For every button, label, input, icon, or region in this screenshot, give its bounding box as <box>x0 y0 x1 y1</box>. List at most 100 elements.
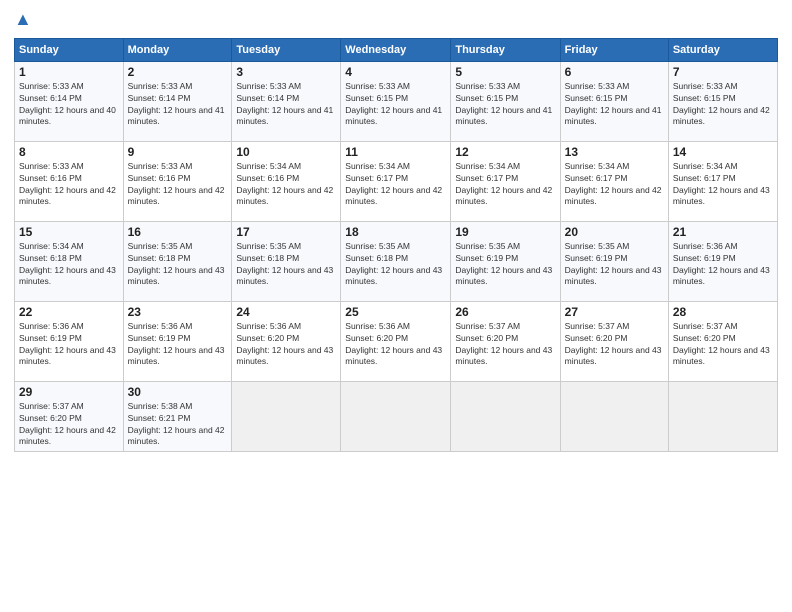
calendar-cell: 10 Sunrise: 5:34 AMSunset: 6:16 PMDayligh… <box>232 141 341 221</box>
day-info: Sunrise: 5:38 AMSunset: 6:21 PMDaylight:… <box>128 401 228 449</box>
day-number: 18 <box>345 225 446 239</box>
calendar-row-1: 1 Sunrise: 5:33 AMSunset: 6:14 PMDaylight… <box>15 61 778 141</box>
calendar-cell: 9 Sunrise: 5:33 AMSunset: 6:16 PMDaylight… <box>123 141 232 221</box>
calendar-cell <box>341 381 451 452</box>
calendar-cell: 2Sunrise: 5:33 AMSunset: 6:14 PMDaylight… <box>123 61 232 141</box>
day-info: Sunrise: 5:34 AMSunset: 6:17 PMDaylight:… <box>565 161 664 209</box>
calendar-cell: 28Sunrise: 5:37 AMSunset: 6:20 PMDayligh… <box>668 301 777 381</box>
day-number: 27 <box>565 305 664 319</box>
day-info: Sunrise: 5:36 AMSunset: 6:19 PMDaylight:… <box>19 321 119 369</box>
day-info: Sunrise: 5:36 AMSunset: 6:20 PMDaylight:… <box>345 321 446 369</box>
calendar-cell: 7Sunrise: 5:33 AMSunset: 6:15 PMDaylight… <box>668 61 777 141</box>
calendar-cell: 22 Sunrise: 5:36 AMSunset: 6:19 PMDayligh… <box>15 301 124 381</box>
day-info: Sunrise: 5:37 AMSunset: 6:20 PMDaylight:… <box>19 401 119 449</box>
calendar-cell: 11 Sunrise: 5:34 AMSunset: 6:17 PMDayligh… <box>341 141 451 221</box>
calendar-cell: 30 Sunrise: 5:38 AMSunset: 6:21 PMDayligh… <box>123 381 232 452</box>
day-info: Sunrise: 5:33 AMSunset: 6:16 PMDaylight:… <box>19 161 119 209</box>
day-number: 25 <box>345 305 446 319</box>
day-number: 10 <box>236 145 336 159</box>
day-number: 23 <box>128 305 228 319</box>
calendar-cell: 6 Sunrise: 5:33 AMSunset: 6:15 PMDaylight… <box>560 61 668 141</box>
weekday-header-sunday: Sunday <box>15 38 124 61</box>
day-info: Sunrise: 5:34 AMSunset: 6:17 PMDaylight:… <box>455 161 555 209</box>
day-number: 1 <box>19 65 119 79</box>
calendar-table: SundayMondayTuesdayWednesdayThursdayFrid… <box>14 38 778 453</box>
day-number: 17 <box>236 225 336 239</box>
calendar-cell: 27 Sunrise: 5:37 AMSunset: 6:20 PMDayligh… <box>560 301 668 381</box>
calendar-cell: 16 Sunrise: 5:35 AMSunset: 6:18 PMDayligh… <box>123 221 232 301</box>
calendar-cell <box>451 381 560 452</box>
calendar-row-5: 29 Sunrise: 5:37 AMSunset: 6:20 PMDayligh… <box>15 381 778 452</box>
calendar-cell: 29 Sunrise: 5:37 AMSunset: 6:20 PMDayligh… <box>15 381 124 452</box>
calendar-cell: 20Sunrise: 5:35 AMSunset: 6:19 PMDayligh… <box>560 221 668 301</box>
day-number: 9 <box>128 145 228 159</box>
day-info: Sunrise: 5:33 AMSunset: 6:15 PMDaylight:… <box>565 81 664 129</box>
day-number: 3 <box>236 65 336 79</box>
day-info: Sunrise: 5:33 AMSunset: 6:16 PMDaylight:… <box>128 161 228 209</box>
calendar-cell: 13 Sunrise: 5:34 AMSunset: 6:17 PMDayligh… <box>560 141 668 221</box>
day-info: Sunrise: 5:33 AMSunset: 6:14 PMDaylight:… <box>19 81 119 129</box>
day-info: Sunrise: 5:34 AMSunset: 6:16 PMDaylight:… <box>236 161 336 209</box>
calendar-cell: 18 Sunrise: 5:35 AMSunset: 6:18 PMDayligh… <box>341 221 451 301</box>
day-number: 12 <box>455 145 555 159</box>
day-info: Sunrise: 5:33 AMSunset: 6:15 PMDaylight:… <box>345 81 446 129</box>
logo-icon-shape: ▲ <box>14 9 32 29</box>
day-info: Sunrise: 5:36 AMSunset: 6:20 PMDaylight:… <box>236 321 336 369</box>
day-info: Sunrise: 5:37 AMSunset: 6:20 PMDaylight:… <box>565 321 664 369</box>
calendar-cell: 26 Sunrise: 5:37 AMSunset: 6:20 PMDayligh… <box>451 301 560 381</box>
calendar-row-4: 22 Sunrise: 5:36 AMSunset: 6:19 PMDayligh… <box>15 301 778 381</box>
day-number: 14 <box>673 145 773 159</box>
day-info: Sunrise: 5:34 AMSunset: 6:17 PMDaylight:… <box>673 161 773 209</box>
day-info: Sunrise: 5:33 AMSunset: 6:14 PMDaylight:… <box>236 81 336 129</box>
weekday-header-saturday: Saturday <box>668 38 777 61</box>
day-number: 29 <box>19 385 119 399</box>
day-info: Sunrise: 5:33 AMSunset: 6:15 PMDaylight:… <box>455 81 555 129</box>
day-info: Sunrise: 5:35 AMSunset: 6:19 PMDaylight:… <box>565 241 664 289</box>
calendar-cell <box>560 381 668 452</box>
day-info: Sunrise: 5:35 AMSunset: 6:18 PMDaylight:… <box>345 241 446 289</box>
calendar-cell: 8Sunrise: 5:33 AMSunset: 6:16 PMDaylight… <box>15 141 124 221</box>
calendar-cell: 14 Sunrise: 5:34 AMSunset: 6:17 PMDayligh… <box>668 141 777 221</box>
day-number: 13 <box>565 145 664 159</box>
day-info: Sunrise: 5:37 AMSunset: 6:20 PMDaylight:… <box>673 321 773 369</box>
day-info: Sunrise: 5:34 AMSunset: 6:18 PMDaylight:… <box>19 241 119 289</box>
day-number: 26 <box>455 305 555 319</box>
day-number: 24 <box>236 305 336 319</box>
calendar-cell: 23 Sunrise: 5:36 AMSunset: 6:19 PMDayligh… <box>123 301 232 381</box>
day-info: Sunrise: 5:33 AMSunset: 6:15 PMDaylight:… <box>673 81 773 129</box>
day-info: Sunrise: 5:35 AMSunset: 6:18 PMDaylight:… <box>128 241 228 289</box>
day-info: Sunrise: 5:36 AMSunset: 6:19 PMDaylight:… <box>673 241 773 289</box>
day-number: 16 <box>128 225 228 239</box>
day-info: Sunrise: 5:36 AMSunset: 6:19 PMDaylight:… <box>128 321 228 369</box>
calendar-row-3: 15 Sunrise: 5:34 AMSunset: 6:18 PMDayligh… <box>15 221 778 301</box>
page: ▲ SundayMondayTuesdayWednesdayThursdayFr… <box>0 0 792 612</box>
calendar-cell: 24 Sunrise: 5:36 AMSunset: 6:20 PMDayligh… <box>232 301 341 381</box>
calendar-cell: 25 Sunrise: 5:36 AMSunset: 6:20 PMDayligh… <box>341 301 451 381</box>
day-info: Sunrise: 5:34 AMSunset: 6:17 PMDaylight:… <box>345 161 446 209</box>
calendar-cell: 4 Sunrise: 5:33 AMSunset: 6:15 PMDaylight… <box>341 61 451 141</box>
day-number: 21 <box>673 225 773 239</box>
weekday-header-friday: Friday <box>560 38 668 61</box>
calendar-cell: 15 Sunrise: 5:34 AMSunset: 6:18 PMDayligh… <box>15 221 124 301</box>
header: ▲ <box>14 10 778 30</box>
day-number: 4 <box>345 65 446 79</box>
day-number: 5 <box>455 65 555 79</box>
calendar-cell: 1 Sunrise: 5:33 AMSunset: 6:14 PMDaylight… <box>15 61 124 141</box>
day-number: 30 <box>128 385 228 399</box>
day-number: 22 <box>19 305 119 319</box>
calendar-cell: 3 Sunrise: 5:33 AMSunset: 6:14 PMDaylight… <box>232 61 341 141</box>
weekday-header-thursday: Thursday <box>451 38 560 61</box>
calendar-cell: 12 Sunrise: 5:34 AMSunset: 6:17 PMDayligh… <box>451 141 560 221</box>
day-info: Sunrise: 5:35 AMSunset: 6:19 PMDaylight:… <box>455 241 555 289</box>
day-number: 19 <box>455 225 555 239</box>
calendar-row-2: 8Sunrise: 5:33 AMSunset: 6:16 PMDaylight… <box>15 141 778 221</box>
weekday-header-monday: Monday <box>123 38 232 61</box>
day-number: 6 <box>565 65 664 79</box>
day-info: Sunrise: 5:35 AMSunset: 6:18 PMDaylight:… <box>236 241 336 289</box>
day-info: Sunrise: 5:37 AMSunset: 6:20 PMDaylight:… <box>455 321 555 369</box>
day-number: 15 <box>19 225 119 239</box>
calendar-cell: 5 Sunrise: 5:33 AMSunset: 6:15 PMDaylight… <box>451 61 560 141</box>
day-number: 11 <box>345 145 446 159</box>
calendar-cell: 19 Sunrise: 5:35 AMSunset: 6:19 PMDayligh… <box>451 221 560 301</box>
calendar-cell: 21 Sunrise: 5:36 AMSunset: 6:19 PMDayligh… <box>668 221 777 301</box>
